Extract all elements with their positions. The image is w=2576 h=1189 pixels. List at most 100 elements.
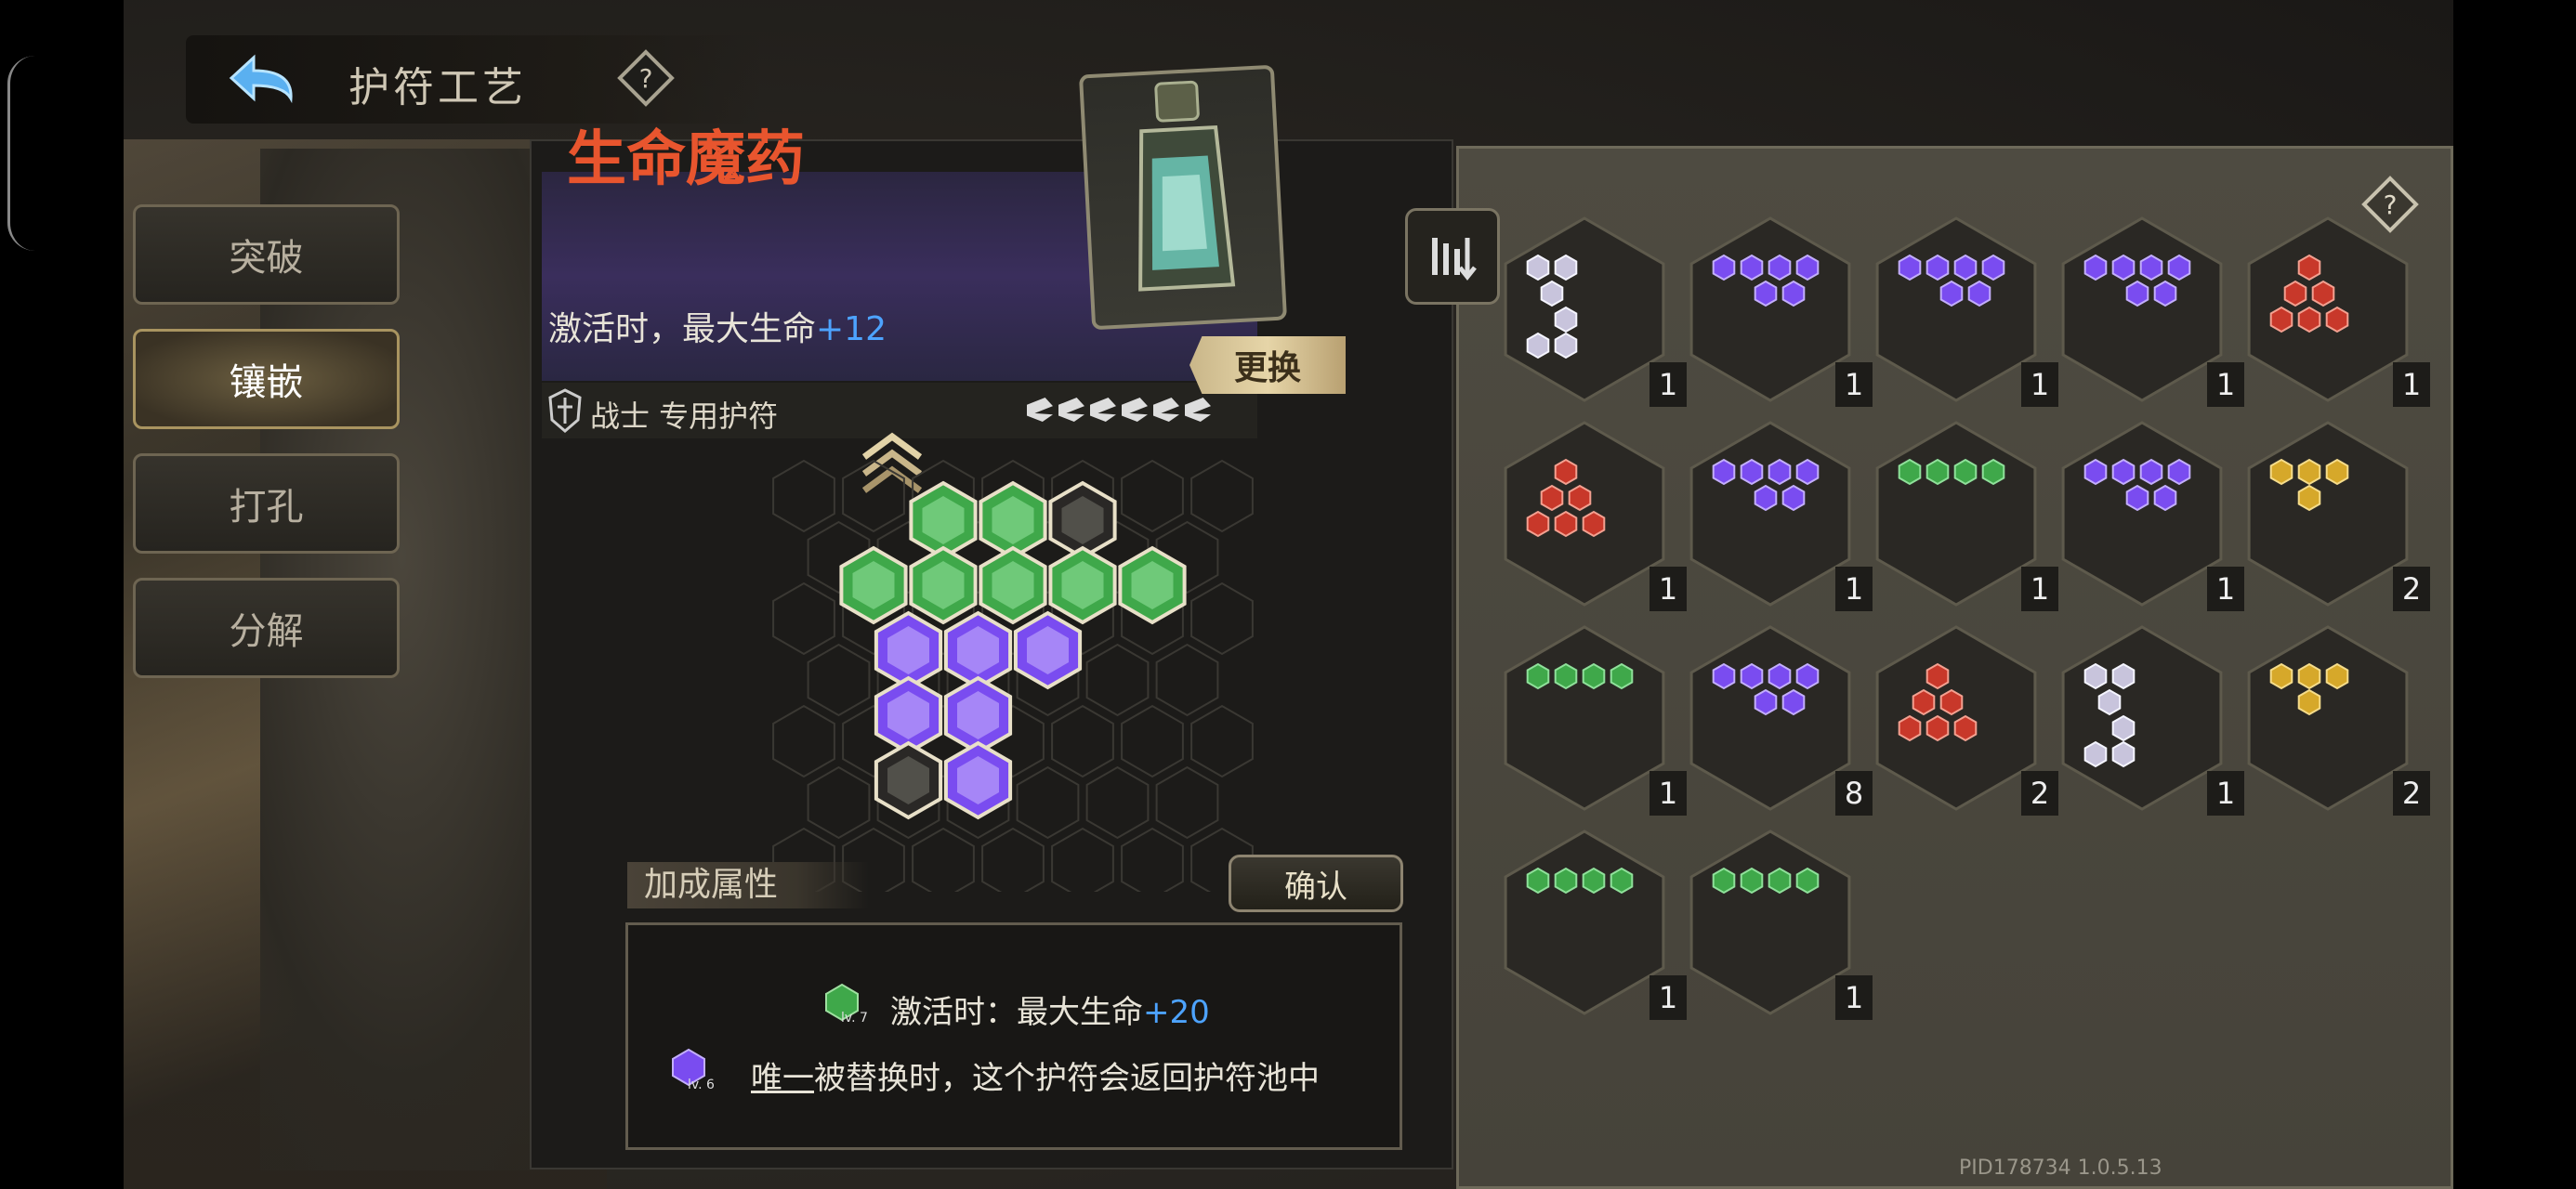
white-gem[interactable] [874,740,943,820]
class-label: 战士 专用护符 [590,399,779,434]
charm-shape-icon [2061,421,2223,607]
charm-effect: 激活时，最大生命+12 [548,310,887,348]
inventory-slot[interactable]: 1 [2244,212,2430,407]
charm-shape-icon [1504,830,1665,1015]
charm-shape-icon [2247,625,2409,811]
empty-hex-slot[interactable] [1051,704,1114,778]
empty-hex-slot[interactable] [1121,827,1184,892]
charm-shape-icon [1689,625,1851,811]
back-button[interactable] [223,51,307,107]
green-gem[interactable] [839,545,908,625]
green-gem[interactable] [1118,545,1187,625]
inventory-slot[interactable]: 1 [2058,212,2244,407]
empty-hex-slot[interactable] [1121,459,1184,533]
svg-text:?: ? [639,63,653,94]
potion-bottle-icon [1138,80,1236,292]
purple-gem[interactable] [1013,610,1083,690]
page-title: 护符工艺 [348,64,527,111]
empty-hex-slot[interactable] [1051,827,1114,892]
rank-icon [1090,398,1116,422]
item-count: 1 [1835,362,1873,407]
green-gem[interactable] [1048,545,1117,625]
charm-shape-icon [1504,216,1665,402]
item-count: 1 [1649,567,1687,611]
inventory-slot[interactable]: 1 [1687,825,1873,1020]
tab-breakthrough[interactable]: 突破 [133,204,400,305]
empty-hex-slot[interactable] [772,459,835,533]
filter-icon [1432,238,1477,281]
empty-hex-slot[interactable] [1155,765,1219,840]
charm-shape-icon [1504,625,1665,811]
charm-shape-icon [1504,421,1665,607]
hex-board[interactable] [762,455,1264,892]
charm-shape-icon [2061,625,2223,811]
empty-hex-slot[interactable] [772,581,835,656]
rank-icon [1027,398,1053,422]
empty-hex-slot[interactable] [1016,765,1080,840]
tab-punch[interactable]: 打孔 [133,453,400,554]
charm-name: 生命魔药 [567,124,805,194]
empty-hex-slot[interactable] [1190,704,1254,778]
charm-shape-icon [1689,421,1851,607]
item-count: 1 [2207,567,2244,611]
inventory-slot[interactable]: 8 [1687,621,1873,816]
item-count: 1 [1649,771,1687,816]
inventory-slot[interactable]: 1 [1687,212,1873,407]
tab-decompose[interactable]: 分解 [133,578,400,678]
empty-hex-slot[interactable] [772,704,835,778]
rank-icon [1122,398,1148,422]
item-count: 8 [1835,771,1873,816]
charm-shape-icon [1689,830,1851,1015]
charm-shape-icon [2247,421,2409,607]
rank-icons [1027,398,1211,422]
charm-shape-icon [1689,216,1851,402]
swap-button[interactable]: 更换 [1189,336,1346,394]
empty-hex-slot[interactable] [1085,643,1150,717]
item-count: 1 [2207,771,2244,816]
inventory-slot[interactable]: 2 [1873,621,2058,816]
charm-shape-icon [1875,421,2037,607]
unique-link[interactable]: 唯一 [751,1060,814,1097]
inventory-slot[interactable]: 2 [2244,416,2430,611]
empty-hex-slot[interactable] [1085,765,1150,840]
empty-hex-slot[interactable] [1121,704,1184,778]
empty-hex-slot[interactable] [1155,643,1219,717]
item-count: 1 [1835,975,1873,1020]
inventory-slot[interactable]: 1 [2058,416,2244,611]
gem-level: lv. 6 [688,1078,715,1092]
empty-hex-slot[interactable] [912,827,975,892]
empty-hex-slot[interactable] [807,765,871,840]
inventory-slot[interactable]: 1 [2058,621,2244,816]
potion-card [1078,64,1288,331]
inventory-slot[interactable]: 1 [1501,212,1687,407]
inventory-slot[interactable]: 1 [1873,416,2058,611]
tab-inlay[interactable]: 镶嵌 [133,329,400,429]
inventory-slot[interactable]: 1 [1501,416,1687,611]
gem-level: lv. 7 [841,1011,868,1026]
green-gem[interactable] [909,545,978,625]
empty-hex-slot[interactable] [981,827,1045,892]
empty-hex-slot[interactable] [807,643,871,717]
bonus-box [625,922,1402,1150]
build-id: PID178734 1.0.5.13 [1959,1156,2162,1180]
inventory-slot[interactable]: 1 [1501,621,1687,816]
item-count: 1 [2021,362,2058,407]
confirm-button[interactable]: 确认 [1229,855,1403,912]
inventory-slot[interactable]: 1 [1687,416,1873,611]
back-arrow-icon [229,54,293,104]
empty-hex-slot[interactable] [1190,459,1254,533]
item-count: 1 [2207,362,2244,407]
filter-button[interactable] [1405,208,1500,305]
empty-hex-slot[interactable] [842,459,905,533]
help-button[interactable]: ? [616,48,676,108]
purple-gem[interactable] [943,740,1013,820]
inventory-slot[interactable]: 1 [1873,212,2058,407]
item-count: 1 [2393,362,2430,407]
green-gem[interactable] [979,545,1047,625]
empty-hex-slot[interactable] [1190,581,1254,656]
charm-shape-icon [1875,625,2037,811]
inventory-slot[interactable]: 2 [2244,621,2430,816]
item-count: 2 [2393,771,2430,816]
charm-shape-icon [2247,216,2409,402]
inventory-slot[interactable]: 1 [1501,825,1687,1020]
